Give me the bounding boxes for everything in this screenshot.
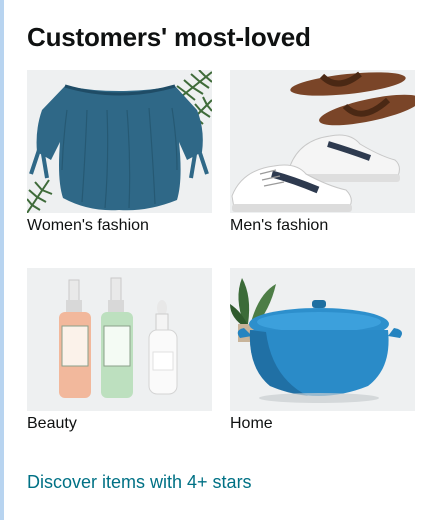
tile-label[interactable]: Home [230, 415, 415, 433]
dutch-oven-icon [230, 268, 415, 411]
customers-most-loved-card: Customers' most-loved Women's fashion Me… [4, 0, 436, 520]
home-image[interactable] [230, 268, 415, 411]
section-title: Customers' most-loved [27, 22, 311, 52]
mens-fashion-image[interactable] [230, 70, 415, 213]
womens-fashion-image[interactable] [27, 70, 212, 213]
tile-mens-fashion[interactable]: Men's fashion [230, 70, 415, 235]
beauty-image[interactable] [27, 268, 212, 411]
tile-label[interactable]: Beauty [27, 415, 212, 433]
beauty-bottles-icon [27, 268, 212, 411]
tile-womens-fashion[interactable]: Women's fashion [27, 70, 212, 235]
tile-home[interactable]: Home [230, 268, 415, 433]
tile-beauty[interactable]: Beauty [27, 268, 212, 433]
discover-4-star-link[interactable]: Discover items with 4+ stars [27, 472, 252, 493]
tile-label[interactable]: Women's fashion [27, 217, 212, 235]
tile-label[interactable]: Men's fashion [230, 217, 415, 235]
blouse-icon [27, 70, 212, 213]
sneakers-sandals-icon [230, 70, 415, 213]
